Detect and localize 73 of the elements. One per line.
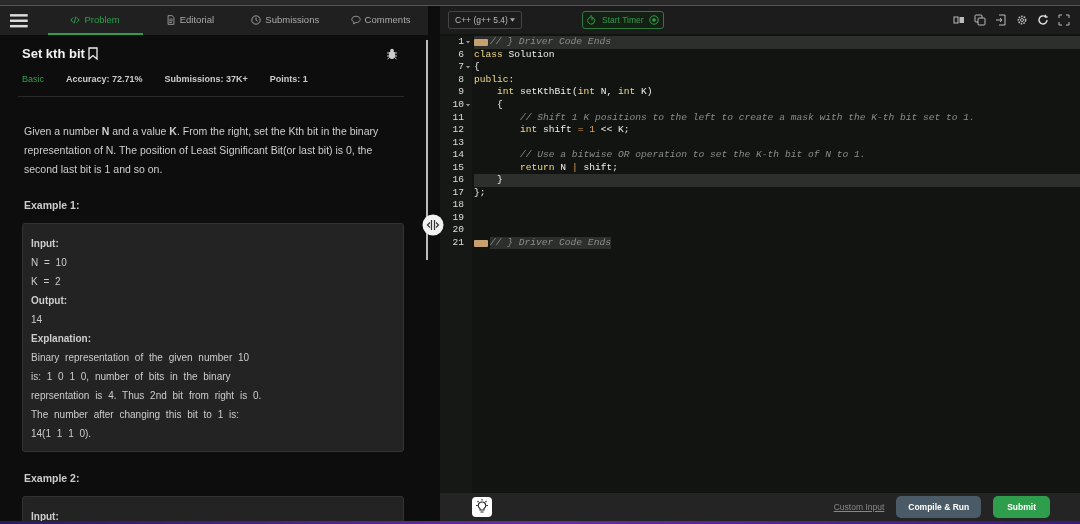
problem-title: Set kth bit <box>22 46 85 61</box>
problem-description: Given a number N and a value K. From the right, set the Kth bit in the binary representation of N. The position of Least Significant Bit(or last bit) is 0, the second last bit is 1 and so on. <box>24 124 380 177</box>
line-number: 20 <box>452 224 464 237</box>
caret-icon <box>509 18 515 22</box>
line-number: 21 <box>452 237 464 249</box>
code-line: return N | shift; <box>519 161 618 174</box>
example-text: Output: <box>31 294 69 308</box>
code-line: // Use a bitwise OR operation to set the K-th bit of N to 1. <box>519 149 866 162</box>
example-text: 14 <box>31 313 44 327</box>
example-text: Input: <box>31 237 60 251</box>
line-number: 16 <box>452 174 464 187</box>
tab[interactable]: Comments <box>333 6 428 35</box>
settings-icon[interactable] <box>1016 14 1028 26</box>
tab[interactable]: Submissions <box>237 6 334 35</box>
custom-input-link[interactable]: Custom Input <box>833 502 885 512</box>
code-line: public: <box>474 73 515 86</box>
line-number: 8 <box>458 73 464 86</box>
bug-icon[interactable] <box>386 47 398 60</box>
panels-icon[interactable] <box>953 14 965 26</box>
line-number: 11 <box>452 111 464 124</box>
copy-icon[interactable] <box>974 14 986 26</box>
line-number: 10 <box>452 99 464 111</box>
fold-arrow-icon[interactable] <box>466 103 470 107</box>
line-number: 14 <box>452 149 464 162</box>
example-heading: Example 2: <box>24 472 81 484</box>
speech-bubble-icon <box>350 14 361 25</box>
example-text: K = 2 <box>31 275 62 289</box>
clock-icon <box>251 14 262 25</box>
line-number: 18 <box>452 199 464 212</box>
code-line: }; <box>474 186 486 199</box>
lightbulb-icon[interactable] <box>472 497 492 517</box>
line-number: 19 <box>452 211 464 224</box>
stopwatch-icon <box>587 15 597 25</box>
example-text: N = 10 <box>31 256 68 270</box>
reset-icon[interactable] <box>1037 14 1049 26</box>
submissions-stat: Submissions: 37K+ <box>164 74 248 84</box>
example-text: Explanation: <box>31 332 92 346</box>
line-number: 13 <box>452 136 464 149</box>
code-line: int setKthBit(int N, int K) <box>496 86 653 99</box>
points-stat: Points: 1 <box>269 74 308 84</box>
line-number: 7 <box>458 61 464 74</box>
fullscreen-icon[interactable] <box>1058 14 1070 26</box>
code-line: { <box>474 61 480 74</box>
line-number: 6 <box>458 48 464 61</box>
line-number: 15 <box>452 161 464 174</box>
bookmark-icon[interactable] <box>87 47 98 60</box>
code-icon <box>70 14 81 25</box>
folded-code-marker[interactable] <box>474 38 488 46</box>
code-line: class Solution <box>474 48 555 61</box>
code-line: { <box>496 99 503 111</box>
line-number: 12 <box>452 124 464 137</box>
line-number: 9 <box>458 86 464 99</box>
document-icon <box>165 14 176 25</box>
example-heading: Example 1: <box>24 199 81 211</box>
tab[interactable]: Editorial <box>142 6 238 35</box>
code-line: // Shift 1 K positions to the left to create a mask with the K-th bit set to 1. <box>519 111 975 124</box>
tab[interactable]: Problem <box>47 6 143 35</box>
accuracy-stat: Accuracy: 72.71% <box>66 74 143 84</box>
line-number: 1 <box>458 36 464 49</box>
import-icon[interactable] <box>995 14 1007 26</box>
menu-icon[interactable] <box>10 13 28 28</box>
record-icon <box>648 15 659 25</box>
compile-run-button[interactable]: Compile & Run <box>896 496 982 518</box>
start-timer-button[interactable]: Start Timer <box>582 11 664 29</box>
code-line: } <box>496 174 503 187</box>
code-line: int shift = 1 << K; <box>519 124 630 137</box>
resize-handle[interactable] <box>422 214 444 236</box>
language-dropdown[interactable]: C++ (g++ 5.4) <box>448 11 522 29</box>
code-line: // } Driver Code Ends <box>490 36 611 49</box>
folded-code-marker[interactable] <box>474 239 488 247</box>
difficulty-label: Basic <box>22 74 44 84</box>
example-text: Binary representation of the given number 10 is: 1 0 1 0, number of bits in the binary reprsentation is 4. Thus 2nd bit from right is 0. The number after changing this bit to 1 is: 14(1 1 1 0). <box>31 351 263 441</box>
line-number: 17 <box>452 186 464 199</box>
